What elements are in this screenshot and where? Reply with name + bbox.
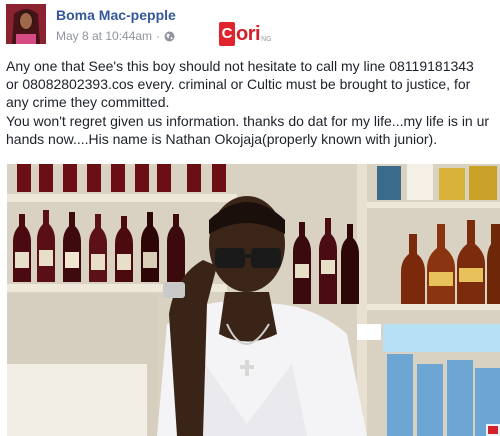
meta-separator: · (156, 29, 161, 43)
post-timestamp[interactable]: May 8 at 10:44am (56, 29, 152, 43)
author-avatar[interactable] (6, 4, 46, 44)
post-text-line: Any one that See's this boy should not h… (6, 58, 474, 74)
post-text-line: You won't regret given us information. t… (6, 112, 490, 129)
post-text-line: hands now....His name is Nathan Okojaja(… (6, 130, 438, 147)
watermark-text: ori (236, 22, 261, 45)
watermark-suffix: NG (261, 35, 272, 43)
post-body: Any one that See's this boy should not h… (6, 57, 498, 148)
watermark-logo: C ori NG (219, 22, 272, 46)
post-photo[interactable] (7, 164, 500, 436)
globe-icon[interactable] (164, 31, 175, 42)
post-text-line: any crime they committed. (6, 94, 170, 111)
author-name[interactable]: Boma Mac-pepple (56, 7, 176, 23)
corner-logo-icon (486, 424, 500, 436)
post-header: Boma Mac-pepple May 8 at 10:44am · C ori… (0, 0, 500, 52)
post-meta: May 8 at 10:44am · (56, 29, 175, 43)
watermark-letter: C (219, 22, 235, 46)
post-text-line: or 08082802393.cos every. criminal or Cu… (6, 76, 471, 93)
